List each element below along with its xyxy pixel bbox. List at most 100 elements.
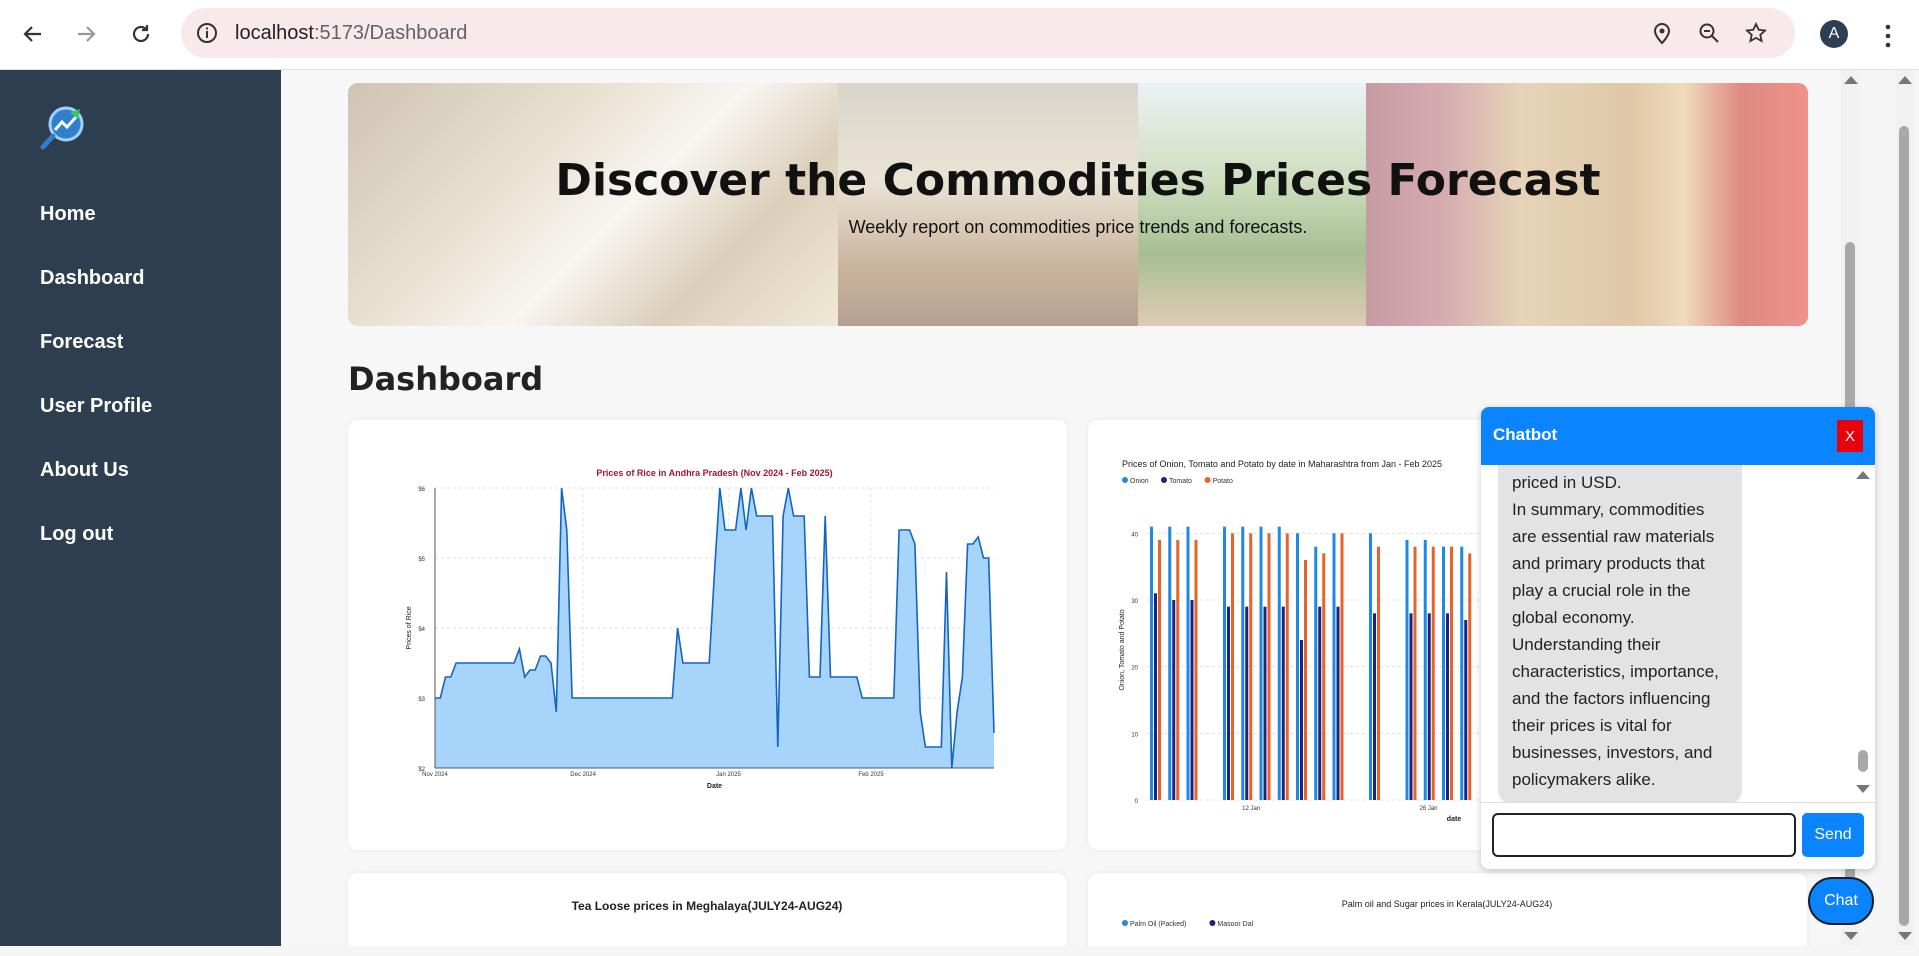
palm-oil-chart-card: Palm oil and Sugar prices in Kerala(JULY… [1088, 873, 1807, 946]
window-scrollbar[interactable] [1895, 70, 1914, 946]
scroll-up-arrow-icon[interactable] [1844, 76, 1858, 84]
tea-price-chart: Tea Loose prices in Meghalaya(JULY24-AUG… [572, 899, 843, 913]
bar-tomato [1318, 606, 1322, 800]
url-text: localhost:5173/Dashboard [235, 22, 467, 45]
bar-tomato [1409, 613, 1413, 800]
bar-tomato [1245, 606, 1249, 800]
address-bar[interactable]: localhost:5173/Dashboard [181, 8, 1795, 58]
rice-price-chart-card: Prices of Rice in Andhra Pradesh (Nov 20… [348, 420, 1067, 850]
window-scroll-thumb[interactable] [1899, 126, 1909, 926]
bar-tomato [1464, 620, 1468, 800]
browser-toolbar: localhost:5173/Dashboard A [0, 0, 1919, 70]
bar-onion [1423, 540, 1427, 800]
x-tick-label: 12 Jan [1242, 806, 1260, 812]
chatbot-scrollbar[interactable] [1855, 465, 1871, 809]
chat-scroll-thumb[interactable] [1858, 750, 1868, 772]
bar-potato [1176, 540, 1180, 800]
reload-icon[interactable] [125, 18, 157, 50]
bar-potato [1322, 553, 1326, 800]
bar-tomato [1427, 613, 1431, 800]
chat-toggle-button[interactable]: Chat [1808, 877, 1874, 925]
tea-price-chart-card: Tea Loose prices in Meghalaya(JULY24-AUG… [348, 873, 1067, 946]
bar-potato [1431, 546, 1435, 800]
site-info-icon[interactable] [195, 21, 219, 45]
bar-tomato [1446, 613, 1449, 800]
profile-avatar[interactable]: A [1820, 20, 1848, 48]
bar-potato [1249, 533, 1253, 800]
legend-label: Palm Oil (Packed) [1130, 921, 1186, 928]
chart-title: Tea Loose prices in Meghalaya(JULY24-AUG… [572, 899, 843, 913]
y-tick-label: $5 [418, 557, 425, 563]
y-axis-label: Prices of Rice [406, 606, 413, 649]
y-tick-label: 10 [1131, 732, 1138, 738]
more-menu-icon[interactable] [1878, 22, 1898, 50]
y-axis-label: Onion, Tomato and Potato [1119, 609, 1126, 690]
back-arrow-icon[interactable] [17, 18, 49, 50]
x-tick-label: Feb 2025 [858, 772, 884, 778]
bar-potato [1158, 540, 1161, 800]
window-scroll-down-icon[interactable] [1898, 932, 1912, 940]
chatbot-footer: Send [1481, 802, 1875, 869]
bar-onion [1296, 533, 1299, 800]
chatbot-send-button[interactable]: Send [1802, 813, 1864, 857]
location-pin-icon[interactable] [1650, 21, 1674, 45]
legend-label: Masoor Dal [1217, 921, 1253, 928]
bar-tomato [1336, 606, 1340, 800]
y-tick-label: $4 [418, 627, 425, 633]
sidebar-item-home[interactable]: Home [40, 203, 96, 226]
bar-onion [1223, 526, 1226, 800]
y-tick-label: 40 [1131, 532, 1138, 538]
bar-potato [1194, 540, 1198, 800]
x-axis-label: date [1447, 816, 1462, 823]
palm-oil-chart: Palm oil and Sugar prices in Kerala(JULY… [1122, 899, 1552, 928]
chart-magnifier-logo-icon[interactable] [40, 102, 96, 150]
url-path: :5173/Dashboard [313, 22, 468, 44]
x-tick-label: Nov 2024 [422, 772, 448, 778]
sidebar-item-dashboard[interactable]: Dashboard [40, 267, 144, 290]
y-tick-label: 0 [1135, 799, 1139, 805]
chat-scroll-down-icon[interactable] [1856, 785, 1870, 793]
window-scroll-up-icon[interactable] [1898, 76, 1912, 84]
sidebar: Home Dashboard Forecast User Profile Abo… [0, 70, 281, 946]
bar-tomato [1373, 613, 1376, 800]
page-title: Dashboard [348, 360, 544, 398]
forward-arrow-icon[interactable] [70, 18, 102, 50]
bar-tomato [1154, 593, 1157, 800]
scroll-down-arrow-icon[interactable] [1844, 932, 1858, 940]
legend-label: Potato [1213, 478, 1233, 485]
chart-title: Palm oil and Sugar prices in Kerala(JULY… [1342, 899, 1552, 909]
bar-tomato [1227, 606, 1230, 800]
chatbot-message-bubble: priced in USD. In summary, commodities a… [1498, 465, 1742, 803]
sidebar-item-log-out[interactable]: Log out [40, 523, 113, 546]
x-axis-label: Date [707, 783, 722, 790]
bar-onion [1168, 526, 1172, 800]
sidebar-item-user-profile[interactable]: User Profile [40, 395, 152, 418]
bar-tomato [1263, 606, 1267, 800]
chatbot-messages: priced in USD. In summary, commodities a… [1481, 465, 1875, 809]
bookmark-star-icon[interactable] [1744, 21, 1768, 45]
chatbot-header: Chatbot X [1481, 407, 1875, 465]
bar-onion [1442, 546, 1445, 800]
chatbot-message-input[interactable] [1492, 813, 1796, 857]
hero-subtitle: Weekly report on commodities price trend… [848, 217, 1308, 237]
y-tick-label: $3 [418, 697, 425, 703]
legend-swatch [1161, 477, 1167, 483]
chatbot-close-button[interactable]: X [1837, 420, 1863, 452]
y-tick-label: 20 [1131, 666, 1138, 672]
chat-scroll-up-icon[interactable] [1856, 471, 1870, 479]
url-host: localhost [235, 22, 314, 44]
bar-potato [1231, 533, 1234, 800]
bar-potato [1450, 546, 1453, 800]
sidebar-item-forecast[interactable]: Forecast [40, 331, 123, 354]
chatbot-message-text: In summary, commodities are essential ra… [1512, 500, 1719, 789]
zoom-icon[interactable] [1697, 21, 1721, 45]
bar-tomato [1281, 606, 1285, 800]
sidebar-item-about-us[interactable]: About Us [40, 459, 129, 482]
bar-onion [1277, 526, 1281, 800]
bar-tomato [1172, 600, 1176, 800]
chart-title: Prices of Onion, Tomato and Potato by da… [1122, 459, 1442, 469]
bar-onion [1405, 540, 1409, 800]
bar-potato [1413, 546, 1417, 800]
y-tick-label: $6 [418, 487, 425, 493]
x-tick-label: Jan 2025 [716, 772, 741, 778]
